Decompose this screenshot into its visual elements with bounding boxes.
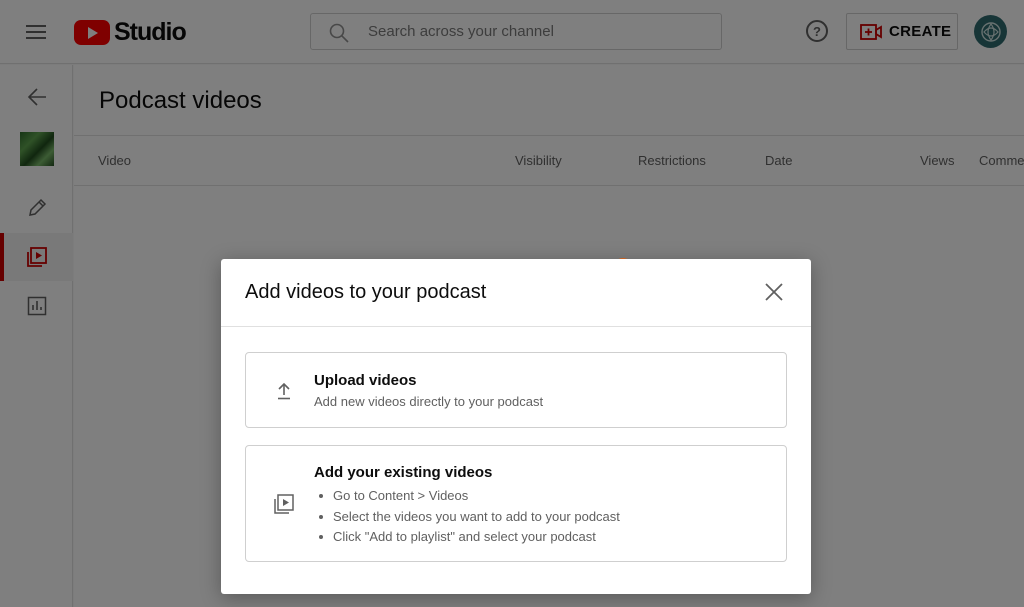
close-icon (765, 283, 783, 301)
dialog-title: Add videos to your podcast (245, 281, 487, 303)
upload-videos-option[interactable]: Upload videos Add new videos directly to… (245, 352, 787, 428)
close-dialog-button[interactable] (761, 279, 787, 305)
instruction-step: Click "Add to playlist" and select your … (318, 527, 620, 548)
add-existing-videos-option[interactable]: Add your existing videos Go to Content >… (245, 445, 787, 562)
instruction-steps-list: Go to Content > Videos Select the videos… (318, 486, 620, 548)
upload-arrow-icon (278, 382, 290, 400)
add-existing-videos-title: Add your existing videos (314, 464, 493, 481)
dialog-divider (221, 326, 811, 327)
upload-videos-description: Add new videos directly to your podcast (314, 394, 544, 409)
instruction-step: Go to Content > Videos (318, 486, 620, 507)
upload-videos-title: Upload videos (314, 372, 417, 389)
add-videos-dialog: Add videos to your podcast Upload videos… (221, 259, 811, 594)
instruction-step: Select the videos you want to add to you… (318, 507, 620, 528)
playlist-play-icon (274, 494, 294, 514)
